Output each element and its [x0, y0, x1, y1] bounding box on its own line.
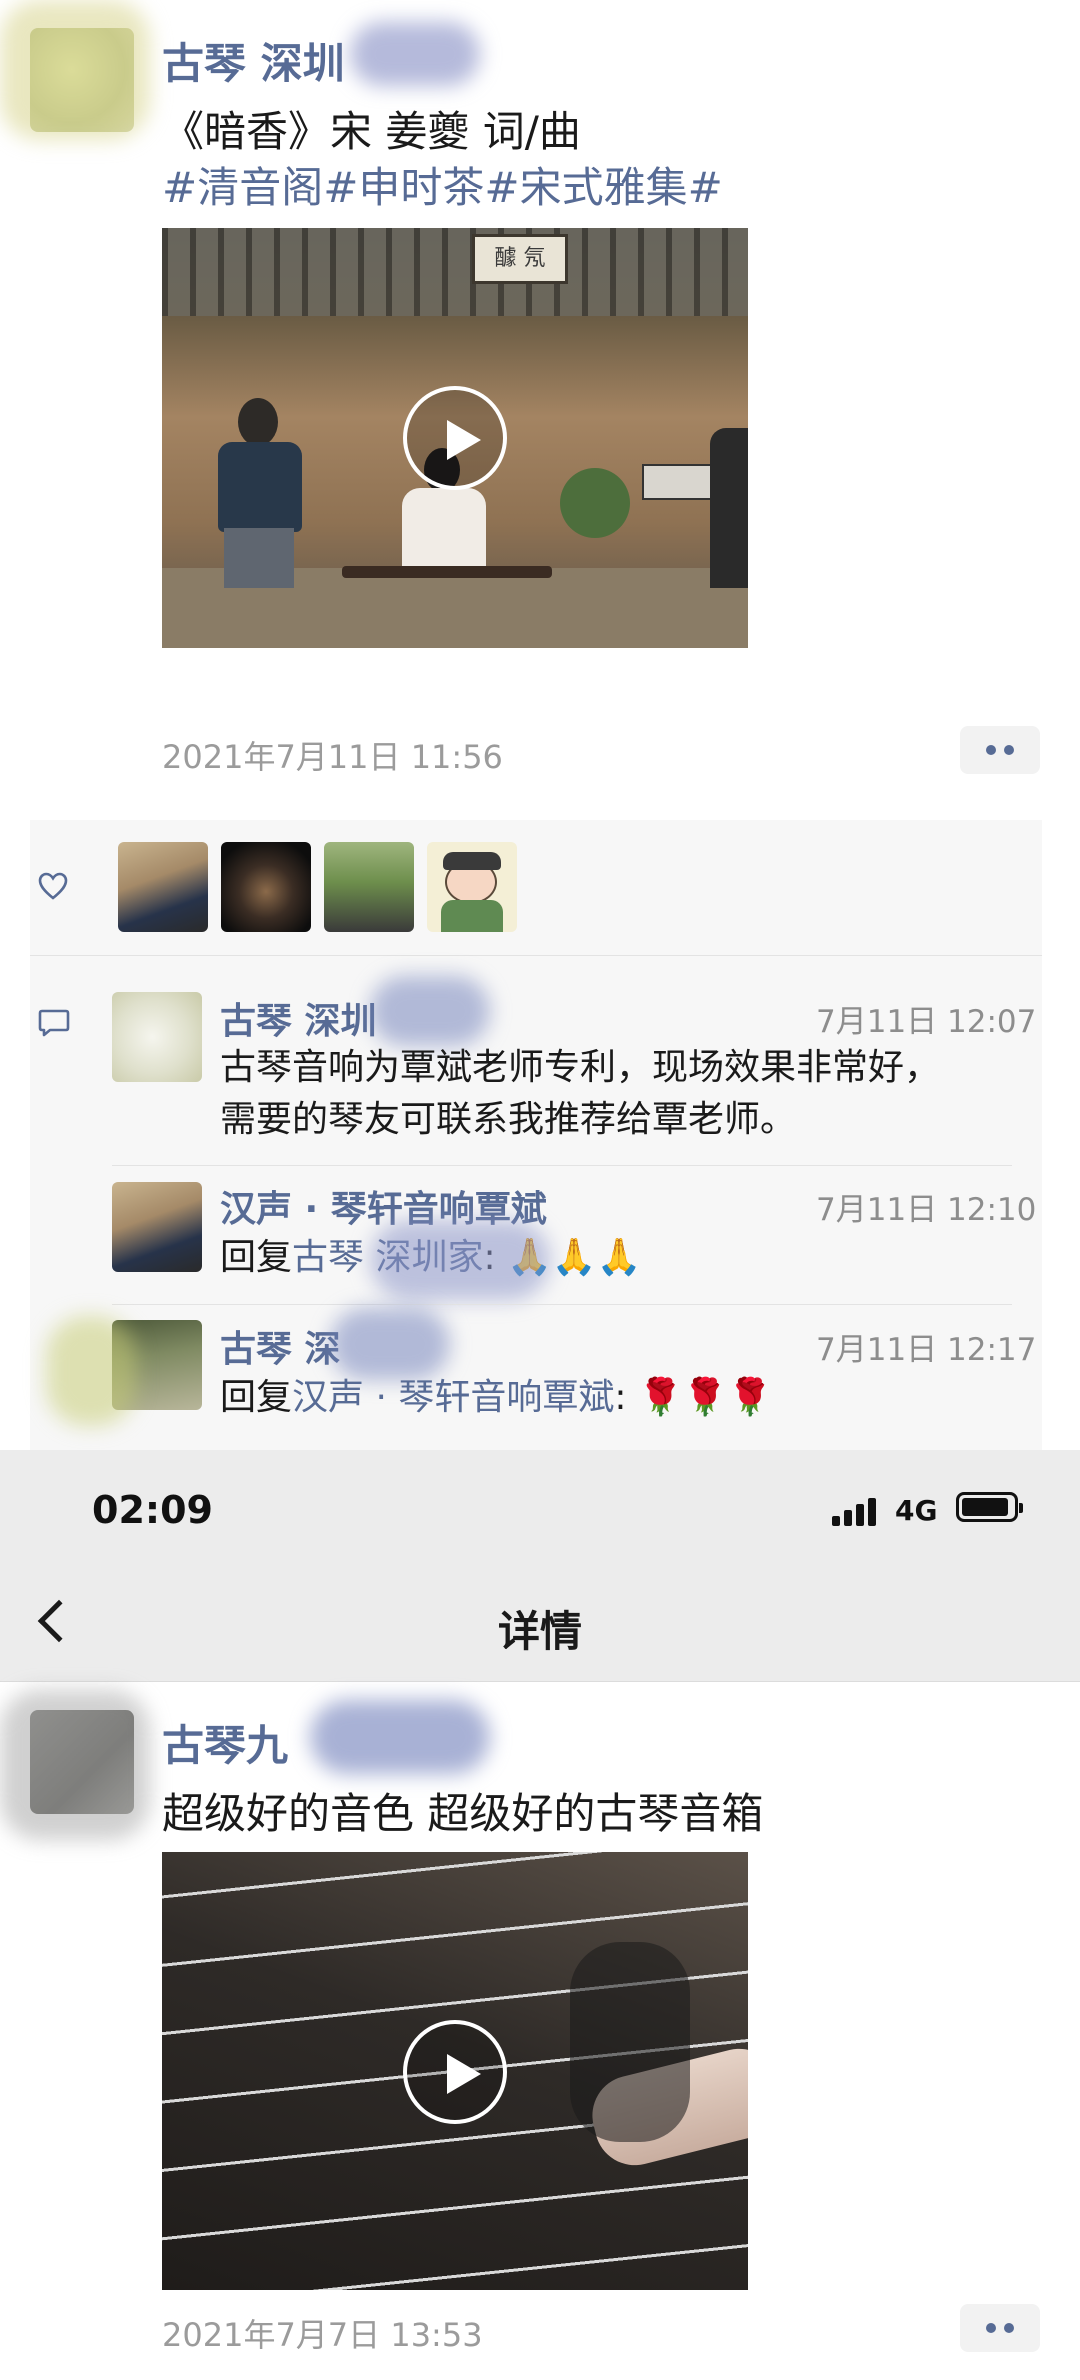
- performer-right: [710, 428, 748, 588]
- like-avatar-1[interactable]: [118, 842, 208, 932]
- status-time: 02:09: [92, 1488, 213, 1532]
- name-plaque: 醵 氖: [472, 234, 568, 284]
- reply-prefix: 回复: [220, 1237, 293, 1278]
- comment-avatar[interactable]: [112, 992, 202, 1082]
- post2-text: 超级好的音色 超级好的古琴音箱: [162, 1789, 764, 1838]
- comment-time: 7月11日 12:17: [816, 1332, 1037, 1368]
- reply-emoji: 🌹🌹🌹: [637, 1377, 773, 1418]
- battery-icon: [956, 1492, 1023, 1522]
- heart-outline-icon: [38, 872, 68, 900]
- performer-left: [212, 398, 302, 588]
- comment-divider: [112, 1304, 1012, 1305]
- comment-author[interactable]: 古琴 深圳: [220, 992, 377, 1044]
- blur-mask: [370, 976, 490, 1046]
- blur-mask: [0, 1690, 150, 1840]
- video-play-button[interactable]: [403, 386, 507, 490]
- post1-title: 《暗香》宋 姜夔 词/曲: [162, 107, 581, 156]
- signal-icon: [832, 1496, 878, 1526]
- window-lattice: [162, 228, 748, 316]
- comment-avatar[interactable]: [112, 1182, 202, 1272]
- comment-panel: 古琴 深圳 7月11日 12:07 古琴音响为覃斌老师专利，现场效果非常好， 需…: [30, 820, 1042, 1460]
- network-label: 4G: [895, 1494, 938, 1527]
- blur-mask: [46, 1316, 136, 1426]
- comment-author[interactable]: 古琴 深: [220, 1320, 341, 1372]
- post1-tags[interactable]: #清音阁#申时茶#宋式雅集#: [162, 154, 723, 215]
- hand-shadow: [570, 1942, 690, 2142]
- blur-mask: [330, 1308, 450, 1380]
- post1-author[interactable]: 古琴 深圳: [162, 30, 345, 91]
- like-avatar-2[interactable]: [221, 842, 311, 932]
- post1-more-button[interactable]: [960, 726, 1040, 774]
- status-bar: 02:09 4G: [0, 1450, 1080, 1570]
- like-avatar-3[interactable]: [324, 842, 414, 932]
- comment-text: 需要的琴友可联系我推荐给覃老师。: [220, 1099, 797, 1140]
- music-stand: [642, 464, 716, 500]
- comment-text: 古琴音响为覃斌老师专利，现场效果非常好，: [220, 1047, 941, 1088]
- blur-mask: [0, 0, 150, 140]
- post1-video[interactable]: 醵 氖: [162, 228, 748, 648]
- blur-mask: [310, 1700, 490, 1774]
- comment-icon: [38, 1009, 70, 1037]
- post2-more-button[interactable]: [960, 2304, 1040, 2352]
- reply-to-name[interactable]: 汉声 · 琴轩音响覃斌: [292, 1377, 614, 1418]
- post1-time: 2021年7月11日 11:56: [162, 738, 503, 776]
- video-play-button[interactable]: [403, 2020, 507, 2124]
- reply-separator: :: [614, 1377, 638, 1418]
- nav-bar: 详情: [0, 1570, 1080, 1682]
- post2-video[interactable]: [162, 1852, 748, 2290]
- guqin-instrument: [342, 566, 552, 578]
- likes-row: [30, 820, 1042, 956]
- comment-divider: [112, 1165, 1012, 1166]
- comment-text: 回复汉声 · 琴轩音响覃斌: 🌹🌹🌹: [220, 1372, 772, 1424]
- post2-time: 2021年7月7日 13:53: [162, 2316, 483, 2354]
- reply-prefix: 回复: [220, 1377, 293, 1418]
- page-title: 详情: [497, 1607, 582, 1656]
- post2-author[interactable]: 古琴九: [162, 1712, 288, 1773]
- comment-time: 7月11日 12:10: [816, 1192, 1037, 1228]
- blur-mask: [370, 1220, 550, 1300]
- plant: [560, 468, 630, 538]
- comment-time: 7月11日 12:07: [816, 1004, 1037, 1040]
- like-avatar-4[interactable]: [427, 842, 517, 932]
- blur-mask: [350, 22, 480, 86]
